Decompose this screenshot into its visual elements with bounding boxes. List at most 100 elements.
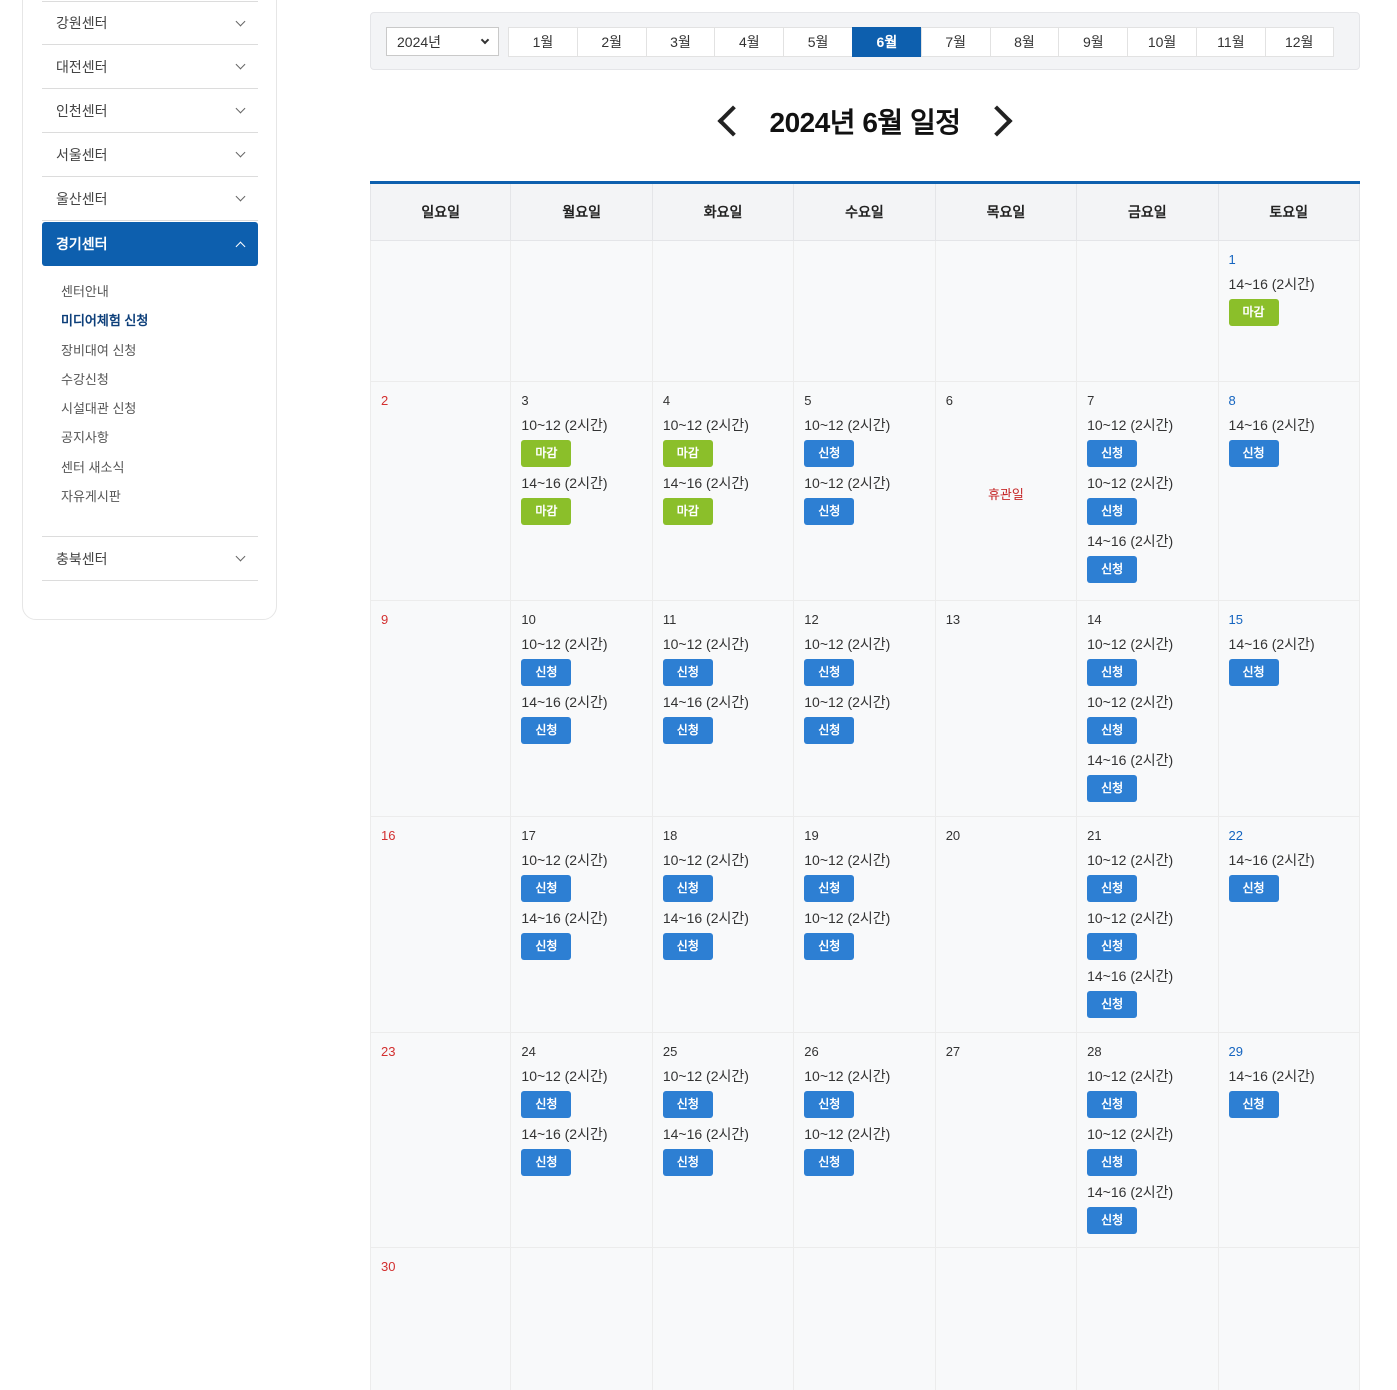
time-slot: 14~16 (2시간) 신청 [521,1125,641,1176]
slot-time-label: 10~12 (2시간) [1087,910,1174,926]
apply-button[interactable]: 신청 [521,717,572,744]
apply-button[interactable]: 신청 [521,1091,572,1118]
apply-button[interactable]: 신청 [662,1091,713,1118]
apply-button[interactable]: 신청 [1228,440,1279,467]
apply-button[interactable]: 신청 [1087,875,1138,902]
time-slot: 10~12 (2시간) 신청 [804,909,924,960]
month-tab[interactable]: 3월 [645,27,715,57]
weekday-label: 월요일 [511,184,653,240]
sidebar-item-center[interactable]: 강원센터 [42,1,258,45]
slot-time-label: 14~16 (2시간) [662,1126,749,1142]
apply-button[interactable]: 신청 [662,1149,713,1176]
apply-button[interactable]: 신청 [1228,659,1279,686]
calendar-day-cell: 18 10~12 (2시간) 신청 14~16 (2시간) 신청 [652,817,795,1032]
slot-time-label: 14~16 (2시간) [521,1126,608,1142]
submenu-item[interactable]: 시설대관 신청 [61,401,258,430]
apply-button[interactable]: 신청 [1087,1149,1138,1176]
apply-button[interactable]: 신청 [1087,556,1138,583]
month-tab[interactable]: 11월 [1195,27,1265,57]
calendar-day-cell: 19 10~12 (2시간) 신청 10~12 (2시간) 신청 [794,817,936,1032]
sidebar-item-label: 인천센터 [56,102,108,119]
sidebar-item-center[interactable]: 울산센터 [42,177,258,221]
sidebar-item-center[interactable]: 대전센터 [42,45,258,89]
submenu-item[interactable]: 자유게시판 [61,489,258,518]
apply-button[interactable]: 신청 [1228,875,1279,902]
month-tab[interactable]: 6월 [851,27,921,57]
slot-time-label: 10~12 (2시간) [1087,475,1174,491]
apply-button[interactable]: 신청 [804,933,855,960]
calendar-week-row: 2 3 10~12 (2시간) 마감 14~16 (2시간) 마감 4 10~12 (2시간)… [370,382,1360,601]
sidebar-item-center[interactable]: 충북센터 [42,537,258,582]
apply-button[interactable]: 신청 [521,659,572,686]
day-number: 24 [521,1044,536,1059]
calendar-day-cell: 6 휴관일 [935,382,1078,600]
submenu-item[interactable]: 장비대여 신청 [61,343,258,372]
time-slot: 10~12 (2시간) 신청 [804,693,924,744]
apply-button[interactable]: 신청 [521,875,572,902]
prev-month-arrow-icon[interactable] [716,105,749,137]
apply-button[interactable]: 신청 [521,1149,572,1176]
submenu-item[interactable]: 수강신청 [61,372,258,401]
apply-button[interactable]: 신청 [804,1149,855,1176]
apply-button[interactable]: 신청 [1087,933,1138,960]
slot-time-label: 14~16 (2시간) [1087,1184,1174,1200]
slot-time-label: 14~16 (2시간) [1228,417,1315,433]
time-slot: 14~16 (2시간) 신청 [521,909,641,960]
apply-button[interactable]: 신청 [1087,1091,1138,1118]
apply-button[interactable]: 신청 [662,875,713,902]
calendar-day-cell: 14 10~12 (2시간) 신청 10~12 (2시간) 신청 14~16 (2시간) 신… [1077,601,1219,816]
sidebar-item-center[interactable]: 서울센터 [42,133,258,177]
apply-button[interactable]: 신청 [804,1091,855,1118]
submenu-item[interactable]: 센터 새소식 [61,460,258,489]
apply-button[interactable]: 신청 [1087,498,1138,525]
apply-button[interactable]: 신청 [1087,659,1138,686]
month-tab[interactable]: 12월 [1264,27,1334,57]
apply-button[interactable]: 신청 [1087,775,1138,802]
slot-time-label: 14~16 (2시간) [662,910,749,926]
sidebar-item-active-center[interactable]: 경기센터 [42,222,258,266]
apply-button[interactable]: 신청 [1087,1207,1138,1234]
time-slot: 10~12 (2시간) 마감 [521,416,641,467]
calendar-day-cell: 26 10~12 (2시간) 신청 10~12 (2시간) 신청 [794,1033,936,1247]
apply-button[interactable]: 신청 [662,659,713,686]
time-slot: 10~12 (2시간) 마감 [662,416,783,467]
month-selector-bar: 2024년 1월 2월 3월 4월 5월 6월 7월 8월 9월 10월 11월 12월 [370,12,1360,70]
time-slot: 10~12 (2시간) 신청 [1087,909,1207,960]
sidebar-item-center[interactable]: 인천센터 [42,89,258,133]
month-tab[interactable]: 5월 [783,27,852,57]
apply-button[interactable]: 신청 [662,717,713,744]
calendar-empty-cell [511,1248,653,1390]
year-select[interactable]: 2024년 [386,27,499,56]
apply-button[interactable]: 신청 [804,659,855,686]
day-number: 23 [381,1044,396,1059]
month-tab[interactable]: 4월 [714,27,784,57]
calendar-day-cell: 10 10~12 (2시간) 신청 14~16 (2시간) 신청 [511,601,653,816]
apply-button[interactable]: 신청 [1087,717,1138,744]
day-number: 2 [381,393,389,408]
apply-button[interactable]: 신청 [1087,991,1138,1018]
slot-time-label: 10~12 (2시간) [1087,694,1174,710]
apply-button[interactable]: 신청 [1228,1091,1279,1118]
month-tab[interactable]: 7월 [920,27,990,57]
slot-time-label: 10~12 (2시간) [804,910,891,926]
apply-button[interactable]: 신청 [804,875,855,902]
month-tab[interactable]: 2월 [576,27,646,57]
calendar-empty-cell [370,241,512,381]
submenu-item[interactable]: 미디어체험 신청 [61,313,258,342]
apply-button[interactable]: 신청 [804,498,855,525]
submenu-item[interactable]: 공지사항 [61,430,258,459]
apply-button[interactable]: 신청 [521,933,572,960]
submenu-item[interactable]: 센터안내 [61,284,258,313]
month-tab[interactable]: 8월 [989,27,1059,57]
apply-button[interactable]: 신청 [1087,440,1138,467]
weekday-label: 수요일 [794,184,936,240]
apply-button[interactable]: 신청 [662,933,713,960]
time-slot: 10~12 (2시간) 신청 [804,851,924,902]
calendar-day-cell: 8 14~16 (2시간) 신청 [1218,382,1360,600]
month-tab[interactable]: 10월 [1127,27,1196,57]
apply-button[interactable]: 신청 [804,440,855,467]
next-month-arrow-icon[interactable] [981,105,1014,137]
month-tab[interactable]: 9월 [1058,27,1128,57]
apply-button[interactable]: 신청 [804,717,855,744]
month-tab[interactable]: 1월 [508,27,577,57]
